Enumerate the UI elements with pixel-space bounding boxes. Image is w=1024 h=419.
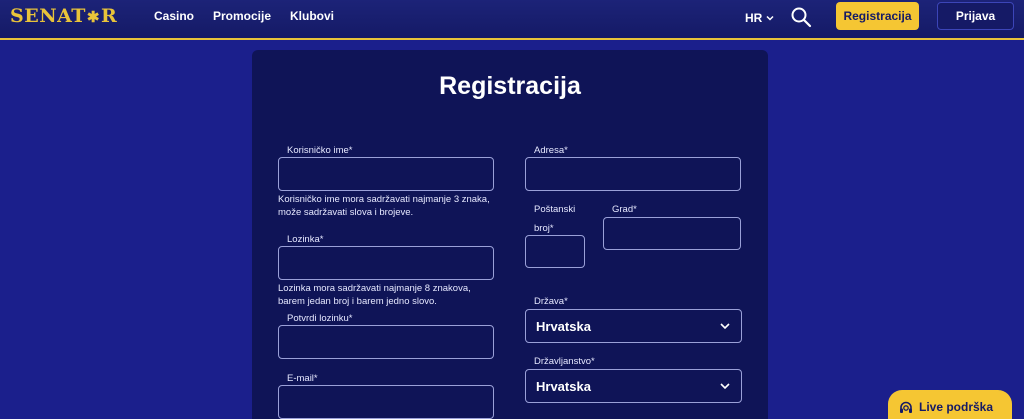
postal-code-input[interactable] xyxy=(525,235,585,268)
address-label: Adresa* xyxy=(534,145,568,156)
postal-code-label-1: Poštanski xyxy=(534,204,576,215)
confirm-password-label: Potvrdi lozinku* xyxy=(287,313,353,324)
email-input[interactable] xyxy=(278,385,494,419)
password-input[interactable] xyxy=(278,246,494,280)
address-input[interactable] xyxy=(525,157,741,191)
confirm-password-input[interactable] xyxy=(278,325,494,359)
email-label: E-mail* xyxy=(287,373,318,384)
chevron-down-icon xyxy=(766,15,774,21)
password-helper-1: Lozinka mora sadržavati najmanje 8 znako… xyxy=(278,283,471,294)
login-button[interactable]: Prijava xyxy=(937,2,1014,30)
live-support-button[interactable]: Live podrška xyxy=(888,390,1012,419)
city-input[interactable] xyxy=(603,217,741,250)
headset-icon xyxy=(900,401,912,413)
username-helper-2: može sadržavati slova i brojeve. xyxy=(278,207,414,218)
postal-code-label-2: broj* xyxy=(534,223,554,234)
citizenship-select[interactable]: Hrvatska xyxy=(525,369,742,403)
register-button[interactable]: Registracija xyxy=(836,2,919,30)
nav-klubovi[interactable]: Klubovi xyxy=(290,9,334,23)
username-input[interactable] xyxy=(278,157,494,191)
chevron-down-icon xyxy=(720,383,730,390)
nav-casino[interactable]: Casino xyxy=(154,9,194,23)
chevron-down-icon xyxy=(720,323,730,330)
citizenship-value: Hrvatska xyxy=(536,378,591,394)
password-label: Lozinka* xyxy=(287,234,324,245)
registration-panel: Registracija Korisničko ime* Korisničko … xyxy=(252,50,768,419)
country-select[interactable]: Hrvatska xyxy=(525,309,742,343)
page-title: Registracija xyxy=(439,72,581,100)
search-icon[interactable] xyxy=(790,6,812,28)
username-label: Korisničko ime* xyxy=(287,145,353,156)
city-label: Grad* xyxy=(612,204,637,215)
username-helper-1: Korisničko ime mora sadržavati najmanje … xyxy=(278,194,490,205)
nav-promocije[interactable]: Promocije xyxy=(213,9,271,23)
country-value: Hrvatska xyxy=(536,318,591,334)
senator-logo[interactable]: SENAT✱R xyxy=(10,5,117,27)
live-support-label: Live podrška xyxy=(919,400,994,414)
language-selector[interactable]: HR xyxy=(745,11,775,25)
country-label: Država* xyxy=(534,296,568,307)
top-header: SENAT✱R Casino Promocije Klubovi HR Regi… xyxy=(0,0,1024,40)
language-label: HR xyxy=(745,11,763,25)
password-helper-2: barem jedan broj i barem jedno slovo. xyxy=(278,296,437,307)
citizenship-label: Državljanstvo* xyxy=(534,356,595,367)
